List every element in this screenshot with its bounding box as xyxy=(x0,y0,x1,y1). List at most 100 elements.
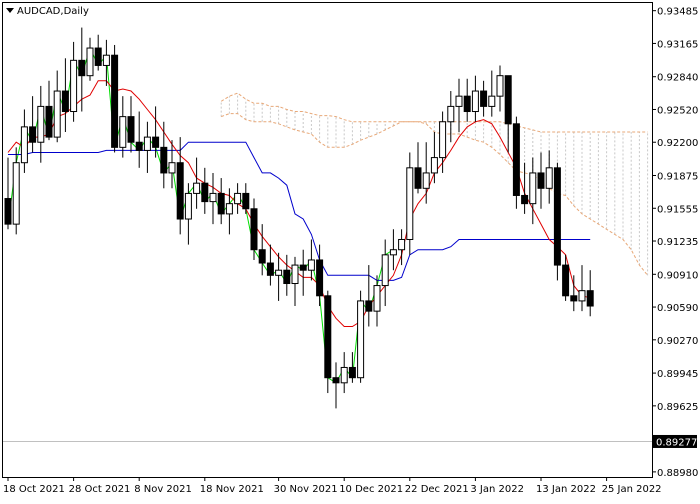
candle-bull xyxy=(193,182,201,194)
y-tick-label: 0.91555 xyxy=(657,204,698,215)
candle-bear xyxy=(201,182,209,203)
candle-bear xyxy=(521,194,529,205)
candle-bear xyxy=(258,249,266,264)
y-tick-label: 0.91235 xyxy=(657,237,698,248)
candle-bull xyxy=(102,54,110,66)
y-tick-label: 0.92200 xyxy=(657,138,698,149)
candle-bull xyxy=(307,259,315,271)
candle-bear xyxy=(299,264,307,271)
candle-bull xyxy=(455,95,463,107)
candle-bear xyxy=(45,105,53,138)
candle-bear xyxy=(217,192,225,215)
y-tick-label: 0.90590 xyxy=(657,303,698,314)
candle-bear xyxy=(61,90,69,113)
candle-bull xyxy=(340,366,348,384)
x-tick-label: 28 Oct 2021 xyxy=(69,484,131,495)
candle-bear xyxy=(324,295,332,379)
candle-bull xyxy=(545,167,553,189)
candle-bear xyxy=(111,54,119,148)
chart-title: AUDCAD,Daily xyxy=(17,6,89,17)
y-tick-label: 0.90270 xyxy=(657,336,698,347)
candle-bear xyxy=(316,259,324,297)
candle-bull xyxy=(439,121,447,159)
y-tick-label: 0.89625 xyxy=(657,402,698,413)
chart: 0.93485 0.93165 0.92840 0.92520 0.92200 0.918… xyxy=(0,0,700,500)
current-price-tag: 0.89277 xyxy=(653,434,697,448)
x-tick-label: 18 Nov 2021 xyxy=(200,484,264,495)
candle-bull xyxy=(234,192,242,205)
x-tick-label: 22 Dec 2021 xyxy=(405,484,469,495)
chart-title-group: AUDCAD,Daily xyxy=(6,6,89,17)
candle-bull xyxy=(291,264,299,285)
candle-bull xyxy=(143,136,151,151)
candle-bull xyxy=(275,269,283,276)
x-tick-label: 13 Jan 2022 xyxy=(536,484,596,495)
candle-bear xyxy=(250,208,258,251)
x-tick-label: 18 Oct 2021 xyxy=(3,484,65,495)
candle-bull xyxy=(422,172,430,189)
y-tick-label: 0.93485 xyxy=(657,7,698,18)
candle-bear xyxy=(504,75,512,125)
candle-bear xyxy=(242,192,250,210)
candle-bear xyxy=(348,366,356,379)
candle-bear xyxy=(570,295,578,302)
x-tick-label: 25 Jan 2022 xyxy=(602,484,662,495)
candle-bull xyxy=(529,172,537,205)
candle-bear xyxy=(135,141,143,151)
candle-bull xyxy=(389,249,397,256)
candle-bull xyxy=(168,162,176,174)
x-axis: 18 Oct 2021 28 Oct 2021 8 Nov 2021 18 Nov 2… xyxy=(3,477,662,495)
current-price-label: 0.89277 xyxy=(656,437,697,448)
candle-bear xyxy=(332,377,340,384)
candle-bear xyxy=(266,262,274,276)
candle-bull xyxy=(20,126,28,164)
candle-bear xyxy=(537,172,545,189)
candle-bear xyxy=(160,146,168,174)
candle-bull xyxy=(488,95,496,107)
candle-bull xyxy=(496,75,504,97)
y-tick-label: 0.89945 xyxy=(657,369,698,380)
candle-bull xyxy=(53,90,61,138)
candle-bull xyxy=(398,238,406,251)
candle-bear xyxy=(553,167,561,266)
candle-bull xyxy=(406,167,414,240)
candle-bull xyxy=(357,300,365,379)
x-tick-label: 30 Nov 2021 xyxy=(274,484,338,495)
x-tick-label: 10 Dec 2021 xyxy=(339,484,403,495)
x-tick-label: 3 Jan 2022 xyxy=(470,484,524,495)
candle-bear xyxy=(94,47,102,66)
y-tick-label: 0.91875 xyxy=(657,172,698,183)
candle-bear xyxy=(586,290,594,307)
y-tick-label: 0.92520 xyxy=(657,105,698,116)
candle-bear xyxy=(78,59,86,77)
candle-bull xyxy=(209,192,217,203)
candle-bear xyxy=(127,116,135,143)
candle-bull xyxy=(430,157,438,174)
candle-bear xyxy=(176,162,184,220)
candle-bull xyxy=(86,47,94,77)
candle-bear xyxy=(4,198,12,225)
candle-bull xyxy=(381,254,389,287)
candle-bull xyxy=(119,116,127,148)
candle-bull xyxy=(12,162,20,225)
candle-bull xyxy=(373,285,381,312)
candle-bear xyxy=(365,300,373,312)
candle-bull xyxy=(578,290,586,302)
y-axis: 0.93485 0.93165 0.92840 0.92520 0.92200 0.918… xyxy=(652,7,698,479)
candle-bull xyxy=(37,105,45,143)
candle-bear xyxy=(283,269,291,285)
candle-bear xyxy=(480,90,488,107)
candle-bull xyxy=(471,90,479,113)
y-tick-label: 0.88980 xyxy=(657,468,698,479)
candle-bull xyxy=(184,192,192,220)
candle-bull xyxy=(70,59,78,113)
y-tick-label: 0.92840 xyxy=(657,73,698,84)
candle-bear xyxy=(562,264,570,297)
candle-bear xyxy=(512,123,520,196)
candle-bear xyxy=(414,167,422,189)
candle-bear xyxy=(29,126,37,143)
candle-bear xyxy=(463,95,471,113)
candle-bear xyxy=(152,136,160,148)
y-tick-label: 0.93165 xyxy=(657,39,698,50)
x-tick-label: 8 Nov 2021 xyxy=(134,484,192,495)
